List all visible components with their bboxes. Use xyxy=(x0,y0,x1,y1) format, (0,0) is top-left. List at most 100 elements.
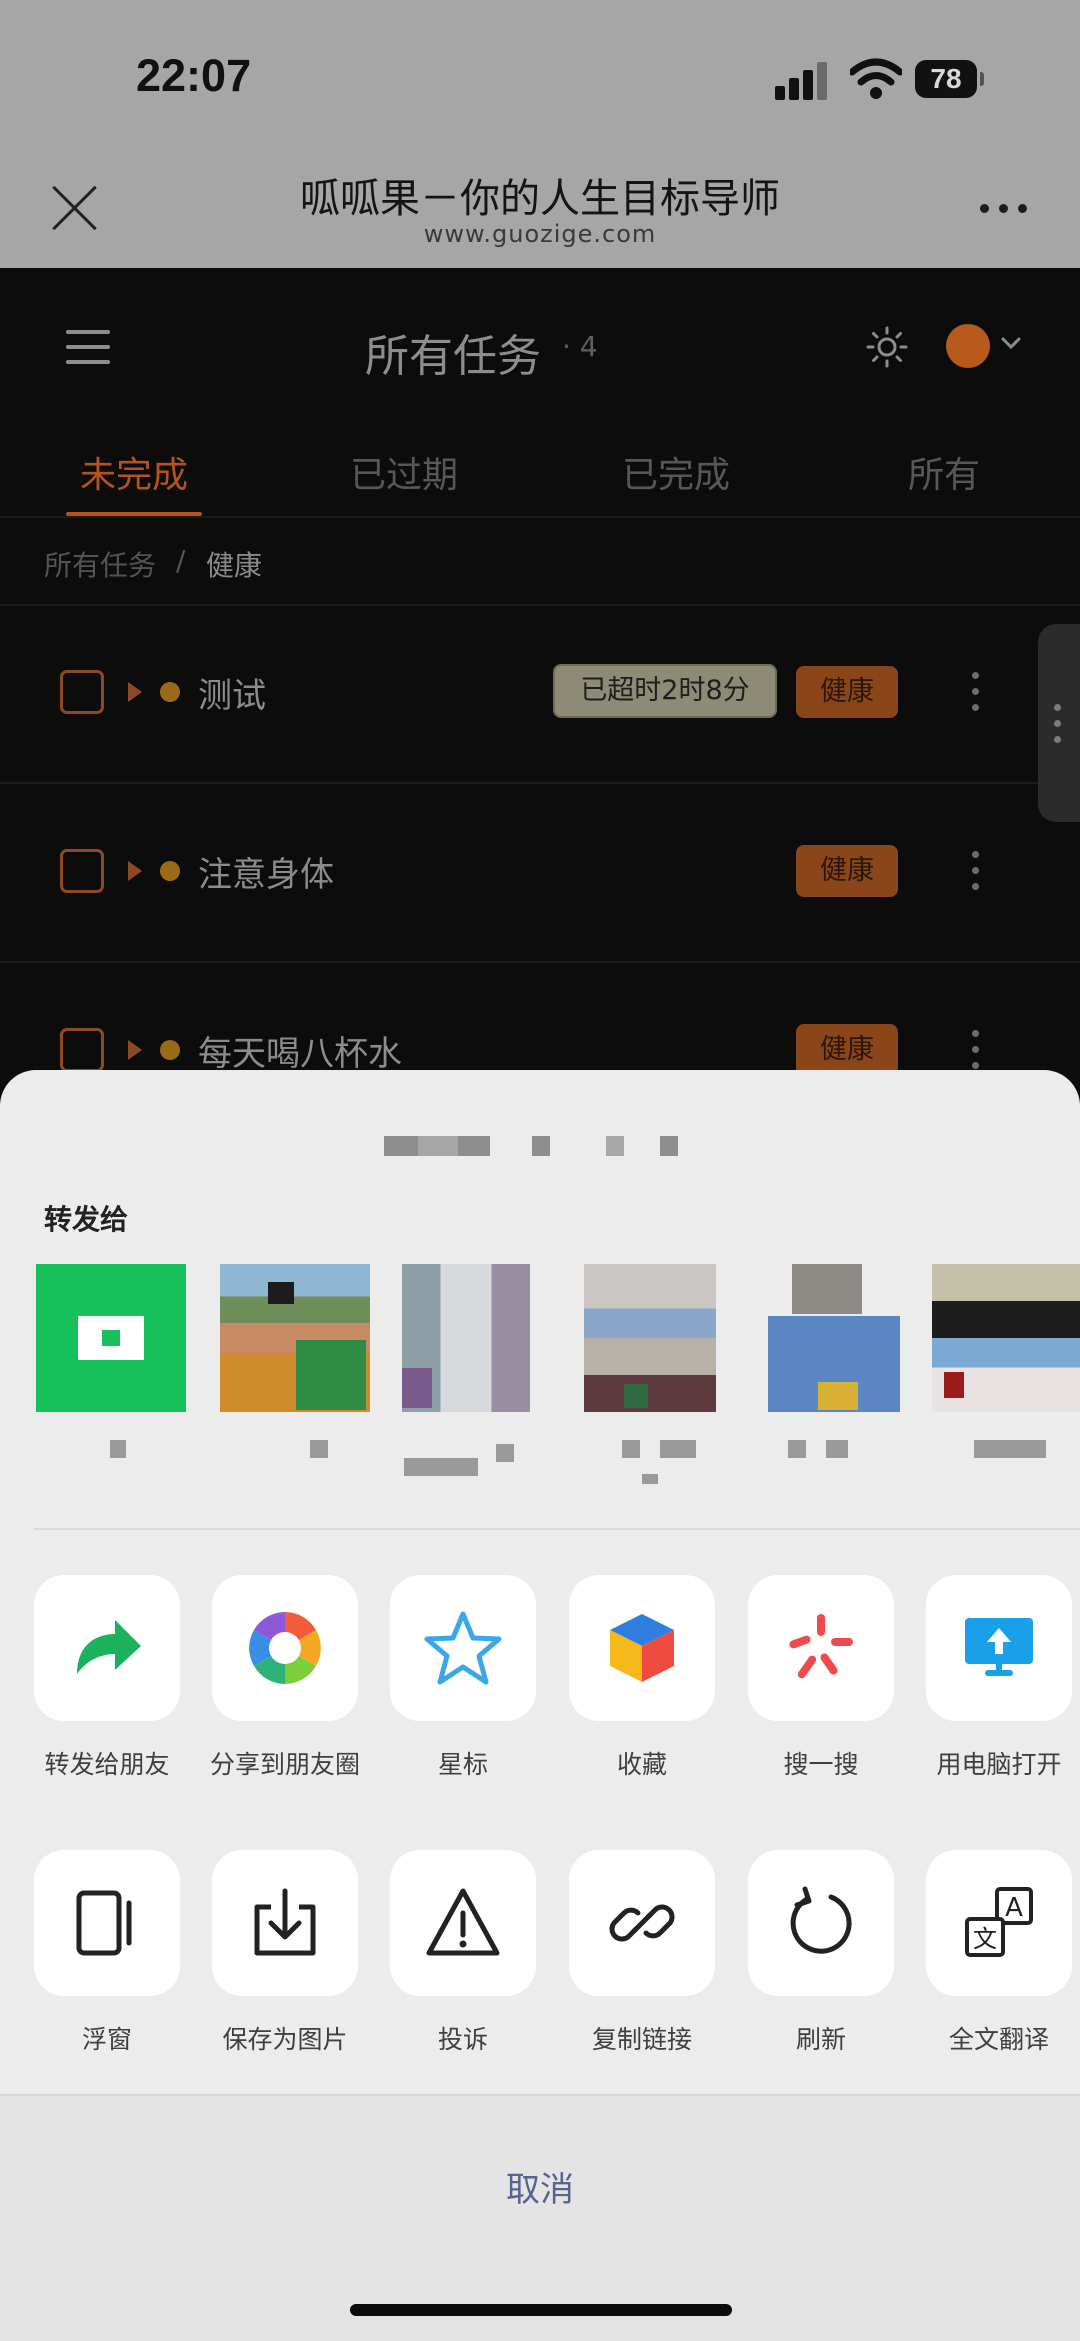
breadcrumb-current: 健康 xyxy=(206,549,263,582)
webview-title: 呱呱果－你的人生目标导师 xyxy=(300,176,780,222)
more-options-icon[interactable] xyxy=(980,204,1028,214)
chevron-down-icon[interactable] xyxy=(1000,336,1022,350)
action-label: 用电脑打开 xyxy=(936,1750,1062,1779)
floating-window-button[interactable]: 浮窗 xyxy=(34,1850,180,2054)
action-label: 星标 xyxy=(437,1750,488,1779)
task-checkbox[interactable] xyxy=(60,1028,104,1072)
breadcrumb-root[interactable]: 所有任务 xyxy=(44,544,156,584)
search-button[interactable]: 搜一搜 xyxy=(748,1575,894,1779)
translate-icon: A文 xyxy=(926,1850,1072,1996)
status-time: 22:07 xyxy=(136,50,252,101)
contact-avatar[interactable] xyxy=(36,1264,186,1412)
battery-indicator: 78 xyxy=(915,60,984,98)
link-icon xyxy=(569,1850,715,1996)
moments-aperture-icon xyxy=(212,1575,358,1721)
task-more-icon[interactable] xyxy=(972,1030,980,1070)
contact-avatar[interactable] xyxy=(932,1264,1080,1412)
action-label: 分享到朋友圈 xyxy=(209,1750,360,1779)
priority-dot xyxy=(160,861,180,881)
task-checkbox[interactable] xyxy=(60,670,104,714)
refresh-icon xyxy=(748,1850,894,1996)
action-label: 转发给朋友 xyxy=(44,1750,170,1779)
side-drawer-handle[interactable] xyxy=(1038,624,1080,822)
action-label: 复制链接 xyxy=(591,2025,692,2054)
task-more-icon[interactable] xyxy=(972,672,980,712)
forward-to-friend-button[interactable]: 转发给朋友 xyxy=(34,1575,180,1779)
sheet-divider xyxy=(34,1528,1080,1530)
sheet-title-redacted xyxy=(380,1136,680,1158)
contact-name-redacted xyxy=(110,1440,270,1470)
action-label: 收藏 xyxy=(616,1750,667,1779)
priority-dot xyxy=(160,1040,180,1060)
webview-url: www.guozige.com xyxy=(423,220,657,248)
full-text-translate-button[interactable]: A文 全文翻译 xyxy=(926,1850,1072,2054)
contact-name-redacted xyxy=(622,1440,782,1484)
svg-text:文: 文 xyxy=(973,1925,997,1953)
star-button[interactable]: 星标 xyxy=(390,1575,536,1779)
webview-header: 22:07 78 呱呱果－你的人生目标导师 www.guozige.com xyxy=(0,0,1080,268)
task-name[interactable]: 测试 xyxy=(198,668,266,717)
report-button[interactable]: 投诉 xyxy=(390,1850,536,2054)
task-name[interactable]: 注意身体 xyxy=(198,847,334,896)
contact-name-redacted xyxy=(404,1444,564,1476)
task-tag[interactable]: 健康 xyxy=(796,845,898,897)
floating-window-icon xyxy=(34,1850,180,1996)
open-on-computer-icon xyxy=(926,1575,1072,1721)
star-icon xyxy=(390,1575,536,1721)
expand-triangle-icon[interactable] xyxy=(128,1040,142,1060)
save-as-image-button[interactable]: 保存为图片 xyxy=(212,1850,358,2054)
task-row[interactable]: 测试 已超时2时8分 健康 xyxy=(0,606,1080,784)
task-more-icon[interactable] xyxy=(972,851,980,891)
contact-avatar[interactable] xyxy=(402,1264,530,1412)
tab-incomplete[interactable]: 未完成 xyxy=(80,446,188,498)
contact-avatar[interactable] xyxy=(584,1264,716,1412)
action-label: 刷新 xyxy=(795,2025,846,2054)
search-spark-icon xyxy=(748,1575,894,1721)
task-checkbox[interactable] xyxy=(60,849,104,893)
home-indicator[interactable] xyxy=(350,2304,732,2316)
tab-all[interactable]: 所有 xyxy=(908,446,980,498)
task-tag[interactable]: 健康 xyxy=(796,1024,898,1076)
action-label: 浮窗 xyxy=(81,2025,132,2054)
breadcrumb: 所有任务 / 健康 xyxy=(0,520,1080,606)
action-label: 投诉 xyxy=(437,2025,488,2054)
menu-icon[interactable] xyxy=(66,330,110,364)
refresh-button[interactable]: 刷新 xyxy=(748,1850,894,2054)
warning-icon xyxy=(390,1850,536,1996)
copy-link-button[interactable]: 复制链接 xyxy=(569,1850,715,2054)
wifi-icon xyxy=(850,58,902,99)
task-name[interactable]: 每天喝八杯水 xyxy=(198,1026,402,1075)
action-label: 保存为图片 xyxy=(222,2025,348,2054)
contact-avatar[interactable] xyxy=(768,1264,900,1412)
action-label: 搜一搜 xyxy=(783,1750,859,1779)
page-title: 所有任务 xyxy=(365,331,541,382)
cancel-label: 取消 xyxy=(506,2170,574,2210)
favorites-button[interactable]: 收藏 xyxy=(569,1575,715,1779)
svg-text:A: A xyxy=(1005,1893,1023,1923)
action-label: 全文翻译 xyxy=(948,2025,1049,2054)
active-tab-underline xyxy=(66,512,202,516)
contact-name-redacted xyxy=(974,1440,1080,1470)
cellular-signal-icon xyxy=(775,62,831,100)
breadcrumb-separator: / xyxy=(176,544,186,577)
avatar[interactable] xyxy=(946,324,990,368)
tab-overdue[interactable]: 已过期 xyxy=(350,446,458,498)
status-tabs: 未完成 已过期 已完成 所有 xyxy=(0,420,1080,518)
task-tag[interactable]: 健康 xyxy=(796,666,898,718)
forward-arrow-icon xyxy=(34,1575,180,1721)
share-to-moments-button[interactable]: 分享到朋友圈 xyxy=(210,1575,360,1779)
app-header: 所有任务 · 4 xyxy=(0,268,1080,420)
favorites-cube-icon xyxy=(569,1575,715,1721)
forward-to-label: 转发给 xyxy=(44,1203,129,1236)
theme-toggle-sun-icon[interactable] xyxy=(866,326,908,368)
contact-avatar[interactable] xyxy=(220,1264,370,1412)
contact-name-redacted xyxy=(788,1440,948,1470)
priority-dot xyxy=(160,682,180,702)
tab-completed[interactable]: 已完成 xyxy=(622,446,730,498)
expand-triangle-icon[interactable] xyxy=(128,682,142,702)
task-row[interactable]: 注意身体 健康 xyxy=(0,785,1080,963)
task-count: · 4 xyxy=(562,330,598,363)
overdue-badge: 已超时2时8分 xyxy=(553,664,777,718)
open-on-computer-button[interactable]: 用电脑打开 xyxy=(926,1575,1072,1779)
expand-triangle-icon[interactable] xyxy=(128,861,142,881)
